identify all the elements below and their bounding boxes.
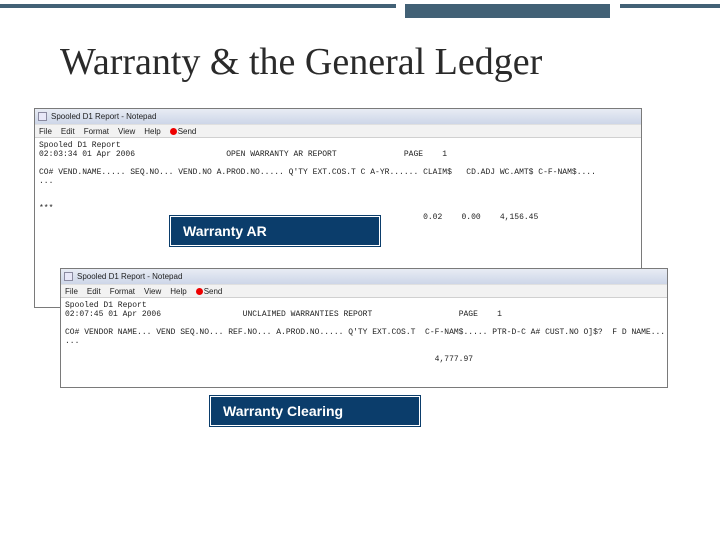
send-icon	[170, 128, 177, 135]
end-marker: ***	[39, 204, 53, 213]
send-label: Send	[204, 287, 223, 296]
callout-warranty-ar: Warranty AR	[170, 216, 380, 246]
app-icon	[38, 112, 47, 121]
menu-edit[interactable]: Edit	[61, 127, 75, 136]
column-headers: CO# VENDOR NAME... VEND SEQ.NO... REF.NO…	[65, 328, 667, 337]
menu-bar: File Edit Format View Help Send	[61, 284, 667, 298]
dots: ...	[65, 337, 79, 346]
menu-file[interactable]: File	[65, 287, 78, 296]
window-title: Spooled D1 Report - Notepad	[51, 112, 156, 121]
page-no: 1	[442, 150, 447, 159]
page-title: Warranty & the General Ledger	[60, 40, 680, 84]
body-line2: 02:07:45 01 Apr 2006	[65, 310, 161, 319]
report-title: OPEN WARRANTY AR REPORT	[226, 150, 336, 159]
body-line1: Spooled D1 Report	[39, 141, 121, 150]
menu-help[interactable]: Help	[170, 287, 186, 296]
val1: 0.02	[423, 213, 442, 222]
menu-view[interactable]: View	[144, 287, 161, 296]
text-area: Spooled D1 Report 02:07:45 01 Apr 2006 U…	[61, 298, 667, 367]
titlebar: Spooled D1 Report - Notepad	[61, 269, 667, 284]
notepad-window-clearing: Spooled D1 Report - Notepad File Edit Fo…	[60, 268, 668, 388]
page-no: 1	[497, 310, 502, 319]
val2: 0.00	[461, 213, 480, 222]
send-button[interactable]: Send	[170, 127, 197, 136]
text-area: Spooled D1 Report 02:03:34 01 Apr 2006 O…	[35, 138, 641, 225]
page-label: PAGE	[404, 150, 423, 159]
send-button[interactable]: Send	[196, 287, 223, 296]
titlebar: Spooled D1 Report - Notepad	[35, 109, 641, 124]
dots: ...	[39, 177, 53, 186]
app-icon	[64, 272, 73, 281]
column-headers: CO# VEND.NAME..... SEQ.NO... VEND.NO A.P…	[39, 168, 596, 177]
body-line2: 02:03:34 01 Apr 2006	[39, 150, 135, 159]
menu-file[interactable]: File	[39, 127, 52, 136]
body-line1: Spooled D1 Report	[65, 301, 147, 310]
menu-format[interactable]: Format	[84, 127, 109, 136]
menu-view[interactable]: View	[118, 127, 135, 136]
send-icon	[196, 288, 203, 295]
val3: 4,156.45	[500, 213, 538, 222]
slide-top-decoration	[0, 0, 720, 24]
menu-edit[interactable]: Edit	[87, 287, 101, 296]
window-title: Spooled D1 Report - Notepad	[77, 272, 182, 281]
report-title: UNCLAIMED WARRANTIES REPORT	[243, 310, 373, 319]
menu-bar: File Edit Format View Help Send	[35, 124, 641, 138]
menu-help[interactable]: Help	[144, 127, 160, 136]
page-label: PAGE	[459, 310, 478, 319]
val1: 4,777.97	[435, 355, 473, 364]
callout-warranty-clearing: Warranty Clearing	[210, 396, 420, 426]
send-label: Send	[178, 127, 197, 136]
menu-format[interactable]: Format	[110, 287, 135, 296]
